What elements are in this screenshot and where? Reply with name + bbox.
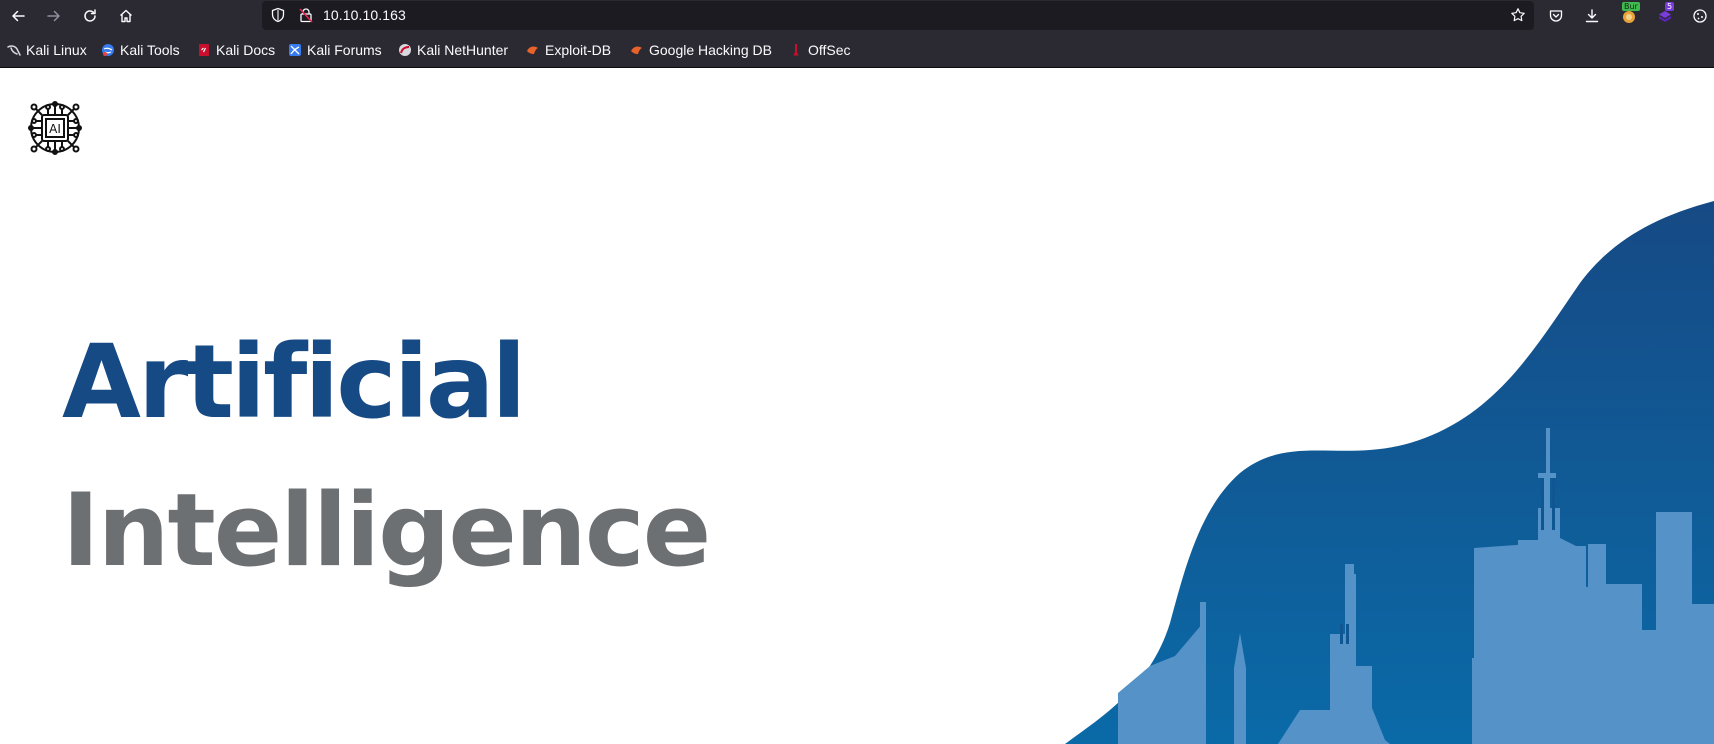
home-button[interactable] [112, 2, 140, 30]
insecure-lock-icon[interactable] [298, 7, 314, 23]
bookmark-kali-tools[interactable]: Kali Tools [101, 41, 180, 59]
logo-text: AI [49, 122, 61, 136]
bookmark-offsec[interactable]: OffSec [789, 41, 851, 59]
burp-badge: Bur [1622, 2, 1640, 11]
hero-title-line-2: Intelligence [62, 471, 711, 589]
navigation-toolbar: 10.10.10.163 Bur 5 [0, 0, 1714, 32]
pocket-icon [1549, 10, 1563, 22]
tracking-protection-shield-icon[interactable] [270, 7, 286, 23]
address-bar[interactable]: 10.10.10.163 [262, 1, 1534, 30]
extension-count-badge: 5 [1665, 2, 1675, 11]
nethunter-icon [398, 43, 412, 57]
bookmark-star-icon[interactable] [1510, 7, 1526, 23]
browser-window: 10.10.10.163 Bur 5 Kali Linux Kali Tools… [0, 0, 1714, 744]
bookmark-label: OffSec [808, 42, 851, 58]
exploit-db-icon [526, 43, 540, 57]
cookie-button[interactable] [1688, 4, 1712, 28]
page-content: AI Artificial Intelligence [0, 68, 1714, 744]
bookmark-kali-nethunter[interactable]: Kali NetHunter [398, 41, 508, 59]
downloads-button[interactable] [1580, 4, 1604, 28]
reload-icon [84, 9, 96, 22]
burp-extension-button[interactable]: Bur [1617, 2, 1641, 28]
url-text[interactable]: 10.10.10.163 [323, 7, 406, 24]
kali-docs-icon [197, 43, 211, 57]
extension-button[interactable]: 5 [1653, 2, 1677, 28]
kali-tools-icon [101, 43, 115, 57]
home-icon [120, 9, 132, 23]
bookmark-kali-linux[interactable]: Kali Linux [7, 41, 87, 59]
bookmark-kali-docs[interactable]: Kali Docs [197, 41, 275, 59]
offsec-icon [789, 43, 803, 57]
bookmark-label: Exploit-DB [545, 42, 612, 58]
bookmark-google-hacking-db[interactable]: Google Hacking DB [630, 41, 772, 59]
bookmarks-toolbar: Kali Linux Kali Tools Kali Docs Kali For… [0, 32, 1714, 68]
bookmark-label: Kali Linux [26, 42, 87, 58]
cookie-icon [1693, 9, 1707, 23]
pocket-button[interactable] [1544, 4, 1568, 28]
ghdb-icon [630, 43, 644, 57]
hero-title-line-1: Artificial [62, 323, 527, 442]
kali-dragon-icon [7, 43, 21, 57]
bookmark-kali-forums[interactable]: Kali Forums [288, 41, 382, 59]
forward-button[interactable] [40, 2, 68, 30]
back-arrow-icon [12, 10, 25, 22]
bookmark-label: Kali Docs [216, 42, 276, 58]
bookmark-exploit-db[interactable]: Exploit-DB [526, 41, 611, 59]
ai-chip-logo[interactable]: AI [20, 93, 90, 163]
bookmark-label: Kali Forums [307, 42, 382, 58]
download-icon [1585, 9, 1599, 23]
back-button[interactable] [4, 2, 32, 30]
bookmark-label: Kali Tools [120, 42, 180, 58]
bookmark-label: Google Hacking DB [649, 42, 772, 58]
forward-arrow-icon [47, 10, 60, 22]
kali-forums-icon [288, 43, 302, 57]
reload-button[interactable] [76, 2, 104, 30]
bookmark-label: Kali NetHunter [417, 42, 509, 58]
